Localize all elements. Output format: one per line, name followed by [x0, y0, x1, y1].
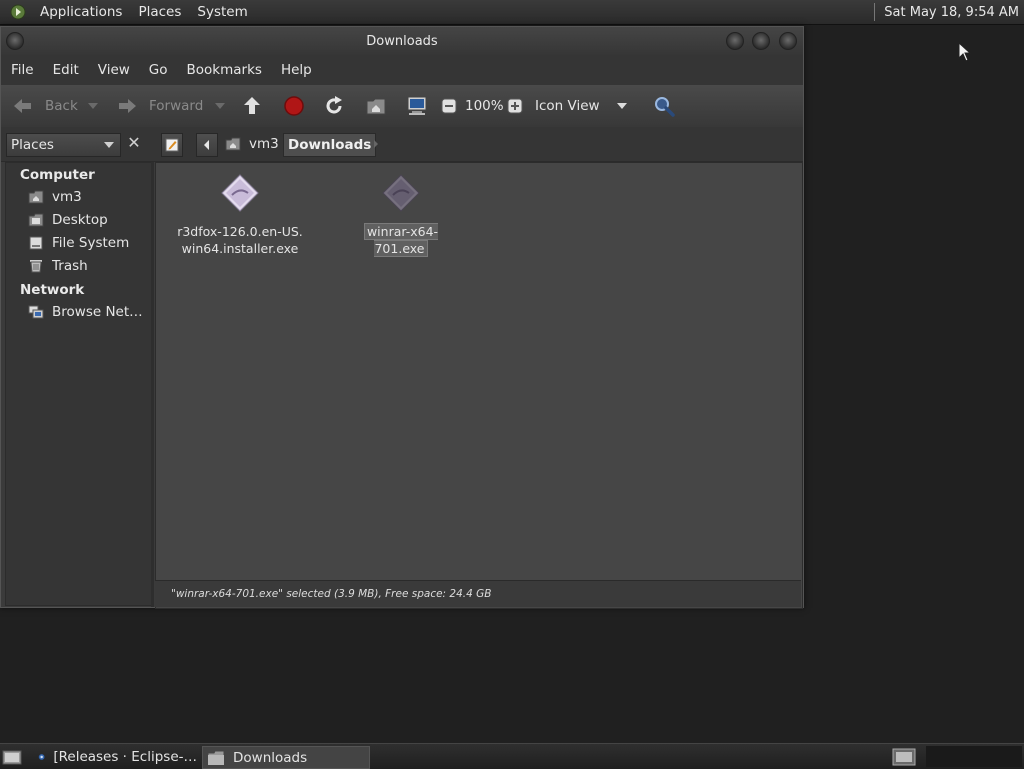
show-desktop-button[interactable] — [2, 746, 26, 767]
home-folder-icon — [28, 190, 44, 204]
gnome-menu-icon[interactable] — [10, 4, 26, 20]
view-mode-select[interactable]: Icon View — [535, 85, 627, 127]
crumb-downloads[interactable]: Downloads — [283, 133, 377, 157]
window-menu-button[interactable] — [6, 32, 24, 50]
crumb-scroll-right-button[interactable] — [373, 133, 379, 155]
search-icon — [655, 97, 675, 117]
network-icon — [28, 305, 44, 319]
reload-button[interactable] — [323, 85, 345, 127]
forward-history-dropdown[interactable] — [215, 85, 225, 127]
toggle-location-entry-button[interactable] — [161, 133, 183, 157]
close-sidebar-icon[interactable]: ✕ — [125, 134, 143, 152]
clock[interactable]: Sat May 18, 9:54 AM — [884, 5, 1024, 20]
executable-file-icon — [221, 174, 259, 212]
places-menu[interactable]: Places — [130, 4, 189, 20]
home-folder-icon — [225, 137, 241, 151]
menubar: File Edit View Go Bookmarks Help — [1, 55, 803, 85]
search-button[interactable] — [653, 85, 675, 127]
sidebar-item-vm3[interactable]: vm3 — [28, 187, 146, 207]
chevron-down-icon — [215, 103, 225, 109]
sidebar-item-trash[interactable]: Trash — [28, 256, 146, 276]
up-arrow-icon — [244, 97, 260, 114]
top-panel: Applications Places System Sat May 18, 9… — [0, 0, 1024, 25]
menu-bookmarks[interactable]: Bookmarks — [177, 62, 271, 78]
panel-separator — [874, 3, 876, 21]
zoom-out-icon — [441, 98, 457, 114]
toolbar: Back Forward 100% Icon View — [1, 85, 803, 128]
file-item-selected[interactable]: winrar-x64-701.exe — [338, 173, 464, 257]
places-sidebar: Computer vm3 Desktop File System Trash N… — [5, 162, 152, 606]
stop-button[interactable] — [283, 85, 305, 127]
taskbar-item-downloads[interactable]: Downloads — [202, 746, 370, 769]
zoom-in-button[interactable] — [507, 85, 523, 127]
file-view[interactable]: r3dfox-126.0.en-US. win64.installer.exe … — [155, 162, 803, 609]
chevron-left-icon — [204, 140, 209, 150]
zoom-out-button[interactable] — [441, 85, 457, 127]
file-name: winrar-x64-701.exe — [338, 223, 464, 257]
file-manager-window: Downloads File Edit View Go Bookmarks He… — [0, 26, 804, 609]
location-bar: Places ✕ vm3 Downloads — [1, 127, 803, 162]
chevron-down-icon — [88, 103, 98, 109]
status-bar: "winrar-x64-701.exe" selected (3.9 MB), … — [155, 580, 801, 607]
taskbar-item-browser[interactable]: [Releases · Eclipse-… — [34, 746, 197, 767]
sidebar-header-computer: Computer — [20, 167, 95, 183]
forward-button[interactable]: Forward — [115, 85, 203, 127]
menu-go[interactable]: Go — [139, 62, 177, 78]
reload-icon — [326, 96, 342, 114]
folder-icon — [207, 750, 225, 765]
sidebar-header-network: Network — [20, 282, 85, 298]
forward-label: Forward — [149, 98, 204, 114]
back-label: Back — [45, 98, 78, 114]
desktop-folder-icon — [28, 213, 44, 227]
bottom-panel: [Releases · Eclipse-… Downloads — [0, 743, 1024, 769]
sidebar-item-desktop[interactable]: Desktop — [28, 210, 146, 230]
stop-icon — [284, 96, 304, 116]
menu-file[interactable]: File — [1, 62, 43, 78]
computer-icon — [407, 96, 427, 115]
workspace-icon — [892, 748, 916, 765]
show-desktop-icon — [2, 750, 22, 764]
close-window-button[interactable] — [779, 32, 797, 50]
forward-arrow-icon — [119, 99, 136, 113]
sidebar-type-select[interactable]: Places — [6, 133, 121, 157]
zoom-level: 100% — [465, 98, 504, 114]
status-text: "winrar-x64-701.exe" selected (3.9 MB), … — [171, 588, 492, 600]
menu-help[interactable]: Help — [271, 62, 321, 78]
crumb-vm3[interactable]: vm3 — [225, 133, 279, 155]
maximize-button[interactable] — [752, 32, 770, 50]
back-arrow-icon — [14, 99, 31, 113]
up-button[interactable] — [241, 85, 263, 127]
file-item[interactable]: r3dfox-126.0.en-US. win64.installer.exe — [168, 173, 312, 257]
crumb-scroll-left-button[interactable] — [196, 133, 218, 157]
sidebar-item-file-system[interactable]: File System — [28, 233, 146, 253]
places-label: Places — [11, 137, 54, 153]
home-folder-icon — [366, 98, 386, 115]
back-button[interactable]: Back — [11, 85, 78, 127]
chevron-down-icon — [616, 103, 627, 109]
zoom-in-icon — [507, 98, 523, 114]
edit-pencil-icon — [165, 138, 179, 152]
home-button[interactable] — [365, 85, 387, 127]
pane-splitter[interactable] — [151, 162, 154, 607]
chevron-down-icon — [104, 142, 114, 148]
menu-view[interactable]: View — [88, 62, 139, 78]
window-title: Downloads — [366, 33, 438, 49]
minimize-button[interactable] — [726, 32, 744, 50]
workspace-2[interactable] — [926, 746, 1022, 767]
menu-edit[interactable]: Edit — [43, 62, 88, 78]
chevron-right-icon — [374, 140, 378, 148]
trash-icon — [30, 260, 42, 273]
window-titlebar[interactable]: Downloads — [1, 27, 803, 55]
drive-icon — [29, 236, 43, 250]
sidebar-item-browse-network[interactable]: Browse Net… — [28, 302, 146, 322]
applications-menu[interactable]: Applications — [32, 4, 130, 20]
system-menu[interactable]: System — [189, 4, 255, 20]
computer-button[interactable] — [405, 85, 429, 127]
back-history-dropdown[interactable] — [88, 85, 98, 127]
workspace-switcher[interactable] — [892, 746, 918, 767]
file-name: r3dfox-126.0.en-US. win64.installer.exe — [177, 224, 303, 256]
browser-icon — [38, 753, 45, 760]
executable-file-icon — [382, 174, 420, 212]
mouse-cursor-icon — [958, 42, 972, 62]
